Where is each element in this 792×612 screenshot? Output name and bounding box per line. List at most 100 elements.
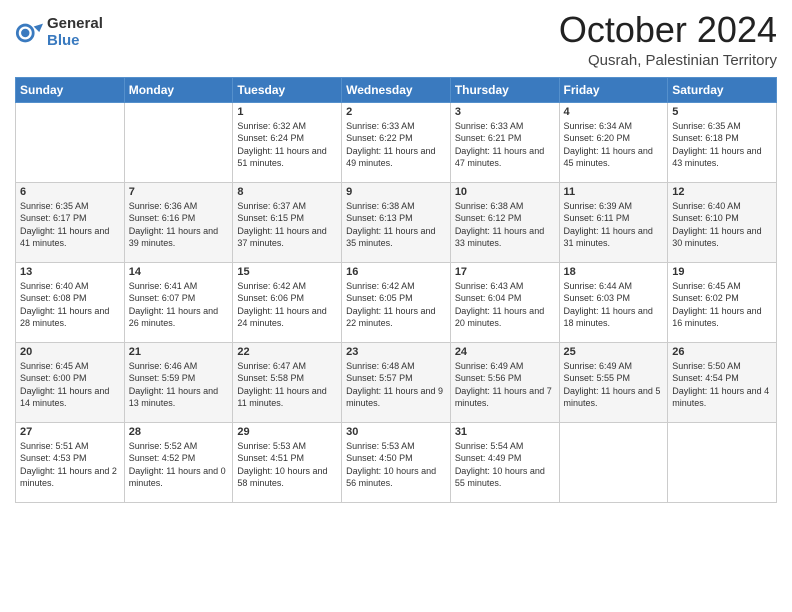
col-header-wednesday: Wednesday [342, 77, 451, 102]
cell-day-number: 29 [237, 426, 337, 438]
location: Qusrah, Palestinian Territory [559, 52, 777, 69]
month-title: October 2024 [559, 10, 777, 50]
calendar-cell [16, 102, 125, 182]
header-right: October 2024 Qusrah, Palestinian Territo… [559, 10, 777, 69]
calendar-cell: 26 Sunrise: 5:50 AMSunset: 4:54 PMDayligh… [668, 342, 777, 422]
col-header-friday: Friday [559, 77, 668, 102]
col-header-sunday: Sunday [16, 77, 125, 102]
calendar-cell: 22Sunrise: 6:47 AMSunset: 5:58 PMDayligh… [233, 342, 342, 422]
calendar-cell: 11 Sunrise: 6:39 AMSunset: 6:11 PMDayligh… [559, 182, 668, 262]
logo-blue: Blue [47, 33, 103, 50]
cell-info: Sunrise: 6:35 AMSunset: 6:17 PMDaylight:… [20, 200, 120, 250]
cell-info: Sunrise: 6:49 AMSunset: 5:55 PMDaylight:… [564, 360, 664, 410]
cell-info: Sunrise: 6:41 AMSunset: 6:07 PMDaylight:… [129, 280, 229, 330]
cell-day-number: 10 [455, 186, 555, 198]
calendar-cell: 15 Sunrise: 6:42 AMSunset: 6:06 PMDayligh… [233, 262, 342, 342]
calendar-cell: 16 Sunrise: 6:42 AMSunset: 6:05 PMDayligh… [342, 262, 451, 342]
cell-info: Sunrise: 5:50 AMSunset: 4:54 PMDaylight:… [672, 360, 772, 410]
calendar-cell: 24 Sunrise: 6:49 AMSunset: 5:56 PMDayligh… [450, 342, 559, 422]
cell-day-number: 12 [672, 186, 772, 198]
calendar-cell: 17 Sunrise: 6:43 AMSunset: 6:04 PMDayligh… [450, 262, 559, 342]
cell-day-number: 6 [20, 186, 120, 198]
cell-day-number: 27 [20, 426, 120, 438]
cell-day-number: 23 [346, 346, 446, 358]
cell-info: Sunrise: 6:33 AMSunset: 6:21 PMDaylight:… [455, 120, 555, 170]
calendar-cell: 6 Sunrise: 6:35 AMSunset: 6:17 PMDaylight… [16, 182, 125, 262]
cell-info: Sunrise: 6:45 AMSunset: 6:02 PMDaylight:… [672, 280, 772, 330]
calendar-cell: 31 Sunrise: 5:54 AMSunset: 4:49 PMDayligh… [450, 422, 559, 502]
cell-info: Sunrise: 6:34 AMSunset: 6:20 PMDaylight:… [564, 120, 664, 170]
calendar-body: 1 Sunrise: 6:32 AMSunset: 6:24 PMDaylight… [16, 102, 777, 502]
calendar-cell [124, 102, 233, 182]
calendar-cell: 2 Sunrise: 6:33 AMSunset: 6:22 PMDaylight… [342, 102, 451, 182]
cell-day-number: 11 [564, 186, 664, 198]
cell-day-number: 21 [129, 346, 229, 358]
col-header-thursday: Thursday [450, 77, 559, 102]
cell-day-number: 15 [237, 266, 337, 278]
cell-info: Sunrise: 6:38 AMSunset: 6:13 PMDaylight:… [346, 200, 446, 250]
cell-day-number: 24 [455, 346, 555, 358]
calendar-cell: 13Sunrise: 6:40 AMSunset: 6:08 PMDayligh… [16, 262, 125, 342]
calendar-table: SundayMondayTuesdayWednesdayThursdayFrid… [15, 77, 777, 503]
cell-day-number: 3 [455, 106, 555, 118]
cell-day-number: 18 [564, 266, 664, 278]
cell-day-number: 4 [564, 106, 664, 118]
cell-day-number: 31 [455, 426, 555, 438]
cell-day-number: 22 [237, 346, 337, 358]
calendar-cell [559, 422, 668, 502]
cell-day-number: 28 [129, 426, 229, 438]
cell-info: Sunrise: 6:43 AMSunset: 6:04 PMDaylight:… [455, 280, 555, 330]
cell-info: Sunrise: 6:48 AMSunset: 5:57 PMDaylight:… [346, 360, 446, 410]
cell-day-number: 2 [346, 106, 446, 118]
calendar-cell: 28 Sunrise: 5:52 AMSunset: 4:52 PMDayligh… [124, 422, 233, 502]
cell-info: Sunrise: 6:35 AMSunset: 6:18 PMDaylight:… [672, 120, 772, 170]
cell-day-number: 30 [346, 426, 446, 438]
cell-info: Sunrise: 6:44 AMSunset: 6:03 PMDaylight:… [564, 280, 664, 330]
cell-day-number: 1 [237, 106, 337, 118]
calendar-cell: 23 Sunrise: 6:48 AMSunset: 5:57 PMDayligh… [342, 342, 451, 422]
cell-info: Sunrise: 5:53 AMSunset: 4:50 PMDaylight:… [346, 440, 446, 490]
header: General Blue October 2024 Qusrah, Palest… [15, 10, 777, 69]
calendar-header-row: SundayMondayTuesdayWednesdayThursdayFrid… [16, 77, 777, 102]
col-header-monday: Monday [124, 77, 233, 102]
calendar-cell: 27Sunrise: 5:51 AMSunset: 4:53 PMDayligh… [16, 422, 125, 502]
calendar-page: General Blue October 2024 Qusrah, Palest… [0, 0, 792, 612]
calendar-cell [668, 422, 777, 502]
cell-info: Sunrise: 6:36 AMSunset: 6:16 PMDaylight:… [129, 200, 229, 250]
cell-info: Sunrise: 6:42 AMSunset: 6:05 PMDaylight:… [346, 280, 446, 330]
cell-day-number: 26 [672, 346, 772, 358]
cell-day-number: 19 [672, 266, 772, 278]
cell-day-number: 20 [20, 346, 120, 358]
calendar-cell: 18 Sunrise: 6:44 AMSunset: 6:03 PMDayligh… [559, 262, 668, 342]
calendar-cell: 1 Sunrise: 6:32 AMSunset: 6:24 PMDaylight… [233, 102, 342, 182]
cell-info: Sunrise: 5:52 AMSunset: 4:52 PMDaylight:… [129, 440, 229, 490]
cell-day-number: 17 [455, 266, 555, 278]
logo-icon [15, 19, 43, 47]
cell-day-number: 7 [129, 186, 229, 198]
cell-info: Sunrise: 6:39 AMSunset: 6:11 PMDaylight:… [564, 200, 664, 250]
calendar-cell: 25Sunrise: 6:49 AMSunset: 5:55 PMDayligh… [559, 342, 668, 422]
cell-info: Sunrise: 6:38 AMSunset: 6:12 PMDaylight:… [455, 200, 555, 250]
calendar-cell: 21Sunrise: 6:46 AMSunset: 5:59 PMDayligh… [124, 342, 233, 422]
calendar-week-2: 6 Sunrise: 6:35 AMSunset: 6:17 PMDaylight… [16, 182, 777, 262]
calendar-week-5: 27Sunrise: 5:51 AMSunset: 4:53 PMDayligh… [16, 422, 777, 502]
calendar-cell: 19 Sunrise: 6:45 AMSunset: 6:02 PMDayligh… [668, 262, 777, 342]
calendar-cell: 14Sunrise: 6:41 AMSunset: 6:07 PMDayligh… [124, 262, 233, 342]
cell-info: Sunrise: 5:54 AMSunset: 4:49 PMDaylight:… [455, 440, 555, 490]
calendar-cell: 12Sunrise: 6:40 AMSunset: 6:10 PMDayligh… [668, 182, 777, 262]
calendar-cell: 9Sunrise: 6:38 AMSunset: 6:13 PMDaylight… [342, 182, 451, 262]
logo: General Blue [15, 16, 103, 49]
cell-info: Sunrise: 6:40 AMSunset: 6:08 PMDaylight:… [20, 280, 120, 330]
cell-info: Sunrise: 6:49 AMSunset: 5:56 PMDaylight:… [455, 360, 555, 410]
calendar-week-1: 1 Sunrise: 6:32 AMSunset: 6:24 PMDaylight… [16, 102, 777, 182]
col-header-tuesday: Tuesday [233, 77, 342, 102]
cell-info: Sunrise: 6:33 AMSunset: 6:22 PMDaylight:… [346, 120, 446, 170]
calendar-cell: 5Sunrise: 6:35 AMSunset: 6:18 PMDaylight… [668, 102, 777, 182]
calendar-cell: 3 Sunrise: 6:33 AMSunset: 6:21 PMDaylight… [450, 102, 559, 182]
cell-info: Sunrise: 6:32 AMSunset: 6:24 PMDaylight:… [237, 120, 337, 170]
cell-info: Sunrise: 6:42 AMSunset: 6:06 PMDaylight:… [237, 280, 337, 330]
cell-day-number: 16 [346, 266, 446, 278]
col-header-saturday: Saturday [668, 77, 777, 102]
cell-info: Sunrise: 6:45 AMSunset: 6:00 PMDaylight:… [20, 360, 120, 410]
logo-general: General [47, 16, 103, 33]
